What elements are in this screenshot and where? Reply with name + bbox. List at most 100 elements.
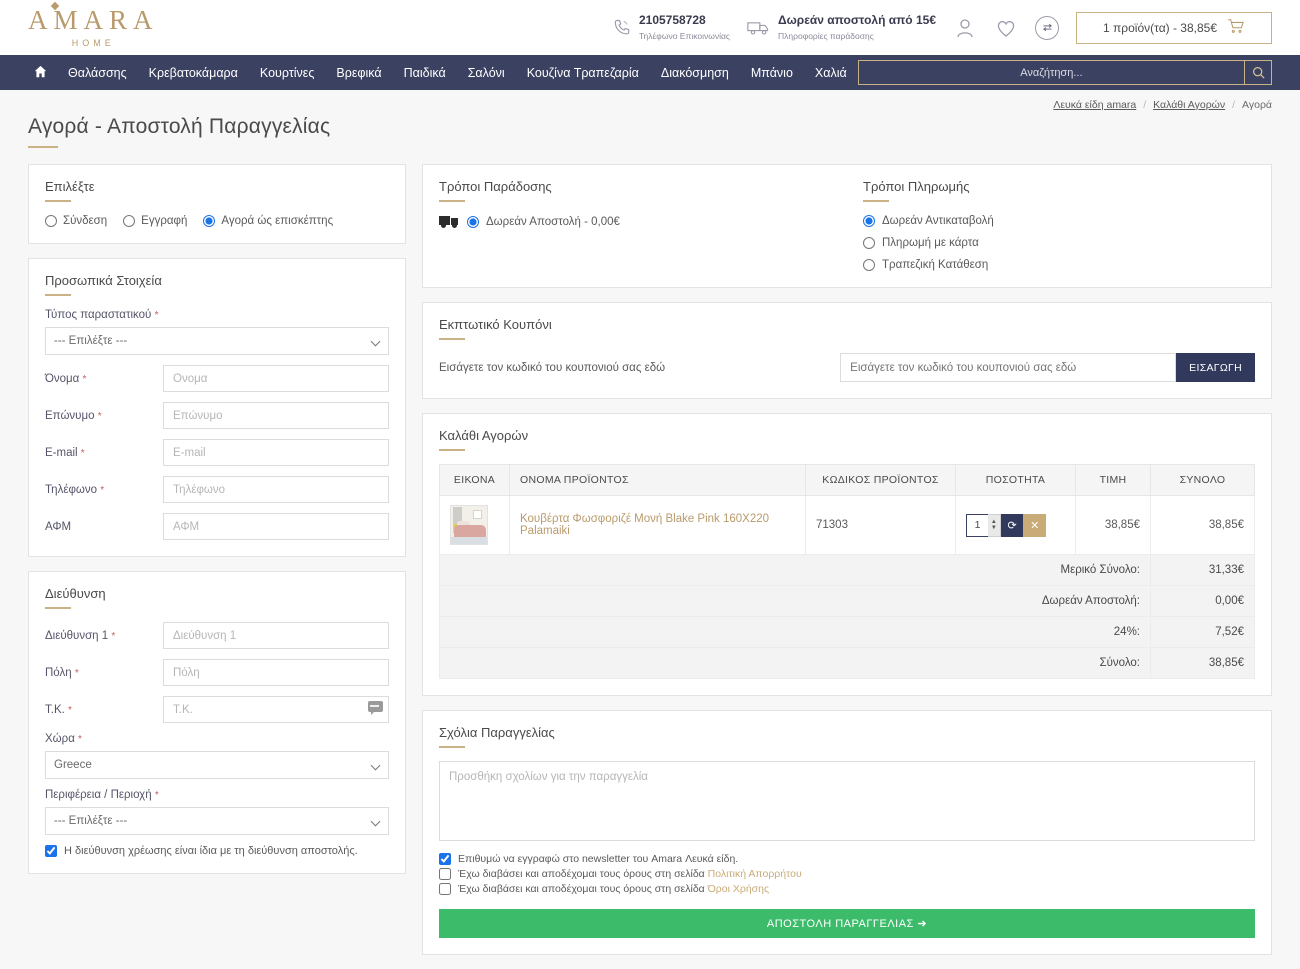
shipping-info[interactable]: Δωρεάν αποστολή από 15€ Πληροφορίες παρά… (747, 13, 936, 43)
nav-item-9[interactable]: Χαλιά (804, 66, 858, 80)
radio-free-shipping[interactable] (467, 215, 479, 228)
remove-item-icon[interactable]: ✕ (1023, 513, 1047, 537)
nav-item-0[interactable]: Θαλάσσης (57, 66, 138, 80)
shipping-title: Δωρεάν αποστολή από 15€ (778, 12, 936, 27)
doc-type-group: Τύπος παραστατικού * --- Επιλέξτε --- (45, 309, 389, 355)
terms-of-use-link[interactable]: Όροι Χρήσης (708, 883, 769, 895)
grand-total-label: Σύνολο: (439, 647, 1151, 679)
nav-item-5[interactable]: Σαλόνι (457, 66, 516, 80)
cell-total: 38,85€ (1150, 495, 1255, 555)
tax-value: 7,52€ (1150, 616, 1255, 648)
coupon-apply-button[interactable]: ΕΙΣΑΓΩΓΗ (1176, 353, 1255, 382)
delivery-option-0[interactable]: Δωρεάν Αποστολή - 0,00€ (439, 215, 831, 228)
account-icon[interactable] (953, 16, 977, 40)
nav-item-1[interactable]: Κρεβατοκάμαρα (138, 66, 249, 80)
radio-bank-transfer[interactable] (863, 259, 875, 271)
phone-icon (612, 18, 632, 38)
breadcrumb-item-1[interactable]: Καλάθι Αγορών (1153, 99, 1225, 111)
newsletter-row[interactable]: Επιθυμώ να εγγραφώ στο newsletter του Am… (439, 853, 1255, 865)
radio-register[interactable] (123, 215, 136, 227)
radio-guest[interactable] (203, 215, 216, 227)
country-group: Χώρα * Greece (45, 733, 389, 779)
coupon-label: Εισάγετε τον κωδικό του κουπονιού σας εδ… (439, 361, 666, 374)
phone-info[interactable]: 2105758728 Τηλέφωνο Επικοινωνίας (612, 13, 730, 43)
field-phone: Τηλέφωνο * (45, 476, 389, 503)
radio-login[interactable] (45, 215, 57, 227)
delivery-truck-icon (439, 215, 458, 228)
wishlist-heart-icon[interactable] (994, 16, 1018, 40)
doc-type-select[interactable]: --- Επιλέξτε --- (45, 327, 389, 355)
section-underline (439, 449, 465, 451)
doc-type-label: Τύπος παραστατικού * (45, 309, 159, 321)
nav-item-2[interactable]: Κουρτίνες (249, 66, 325, 80)
cart-title: Καλάθι Αγορών (439, 428, 529, 443)
search-icon[interactable] (1244, 61, 1271, 84)
payment-option-1[interactable]: Πληρωμή με κάρτα (863, 237, 1255, 249)
field-city: Πόλη * (45, 659, 389, 686)
tooltip-icon[interactable] (368, 701, 383, 715)
vat-input[interactable] (163, 513, 389, 540)
product-name-link[interactable]: Κουβέρτα Φωσφοριζέ Μονή Blake Pink 160X2… (520, 513, 769, 537)
region-select[interactable]: --- Επιλέξτε --- (45, 807, 389, 835)
nav-item-4[interactable]: Παιδικά (393, 66, 457, 80)
nav-item-6[interactable]: Κουζίνα Τραπεζαρία (516, 66, 650, 80)
privacy-terms-row[interactable]: Έχω διαβάσει και αποδέχομαι τους όρους σ… (439, 868, 1255, 880)
same-address-row[interactable]: Η διεύθυνση χρέωσης είναι ίδια με τη διε… (45, 845, 389, 857)
compare-icon[interactable] (1035, 15, 1059, 40)
submit-order-button[interactable]: ΑΠΟΣΤΟΛΗ ΠΑΡΑΓΓΕΛΙΑΣ ➜ (439, 909, 1255, 938)
cart-table-header: ΕΙΚΟΝΑ ΟΝΟΜΑ ΠΡΟΪΟΝΤΟΣ ΚΩΔΙΚΟΣ ΠΡΟΪΟΝΤΟΣ… (439, 464, 1255, 496)
field-vat: ΑΦΜ (45, 513, 389, 540)
newsletter-checkbox[interactable] (439, 853, 451, 865)
col-product-code: ΚΩΔΙΚΟΣ ΠΡΟΪΟΝΤΟΣ (805, 464, 956, 496)
breadcrumb-item-2: Αγορά (1242, 99, 1272, 111)
delivery-payment-panel: Τρόποι Παράδοσης Δωρεάν Αποστολή - 0,00€… (422, 164, 1272, 288)
payment-option-0[interactable]: Δωρεάν Αντικαταβολή (863, 215, 1255, 227)
nav-item-3[interactable]: Βρεφικά (325, 66, 392, 80)
usage-terms-checkbox[interactable] (439, 883, 451, 895)
field-postcode: Τ.Κ. * (45, 696, 389, 723)
city-input[interactable] (163, 659, 389, 686)
delivery-option-label: Δωρεάν Αποστολή - 0,00€ (486, 215, 620, 228)
nav-item-8[interactable]: Μπάνιο (740, 66, 804, 80)
cart-button[interactable]: 1 προϊόν(τα) - 38,85€ (1076, 11, 1272, 44)
option-register-label: Εγγραφή (141, 215, 188, 227)
quantity-input[interactable] (966, 513, 988, 537)
search-input[interactable] (858, 61, 1244, 84)
phone-caption: Τηλέφωνο Επικοινωνίας (638, 30, 731, 41)
option-guest[interactable]: Αγορά ώς επισκέπτης (203, 215, 333, 227)
country-select[interactable]: Greece (45, 751, 389, 779)
address1-input[interactable] (163, 622, 389, 649)
nav-item-7[interactable]: Διακόσμηση (650, 66, 740, 80)
usage-terms-row[interactable]: Έχω διαβάσει και αποδέχομαι τους όρους σ… (439, 883, 1255, 895)
col-total: ΣΥΝΟΛΟ (1150, 464, 1255, 496)
breadcrumb-item-0[interactable]: Λευκά είδη amara (1053, 99, 1136, 111)
coupon-input[interactable] (840, 353, 1177, 382)
personal-details-panel: Προσωπικά Στοιχεία Τύπος παραστατικού * … (28, 258, 406, 557)
order-comments-panel: Σχόλια Παραγγελίας Επιθυμώ να εγγραφώ στ… (422, 710, 1272, 955)
email-input[interactable] (163, 439, 389, 466)
account-options: Σύνδεση Εγγραφή Αγορά ώς επισκέπτης (45, 215, 389, 227)
privacy-terms-label: Έχω διαβάσει και αποδέχομαι τους όρους σ… (458, 868, 802, 880)
shipping-caption: Πληροφορίες παράδοσης (778, 30, 874, 41)
quantity-stepper[interactable]: ▲ ▼ (988, 513, 1001, 537)
lastname-input[interactable] (163, 402, 389, 429)
product-thumbnail[interactable] (450, 505, 488, 545)
postcode-input[interactable] (163, 696, 389, 723)
privacy-terms-checkbox[interactable] (439, 868, 451, 880)
privacy-policy-link[interactable]: Πολιτική Απορρήτου (708, 868, 802, 880)
home-icon[interactable] (28, 65, 57, 81)
region-label: Περιφέρεια / Περιοχή * (45, 789, 159, 801)
radio-card[interactable] (863, 237, 875, 249)
option-login[interactable]: Σύνδεση (45, 215, 107, 227)
phone-label: Τηλέφωνο * (45, 483, 105, 496)
logo[interactable]: AMARA HOME (28, 1, 159, 48)
firstname-input[interactable] (163, 365, 389, 392)
col-image: ΕΙΚΟΝΑ (439, 464, 510, 496)
phone-input[interactable] (163, 476, 389, 503)
update-quantity-icon[interactable]: ⟳ (1000, 513, 1024, 537)
same-address-checkbox[interactable] (45, 845, 57, 857)
order-comments-textarea[interactable] (439, 761, 1255, 841)
radio-cash-on-delivery[interactable] (863, 215, 875, 227)
option-register[interactable]: Εγγραφή (123, 215, 187, 227)
payment-option-2[interactable]: Τραπεζική Κατάθεση (863, 259, 1255, 271)
